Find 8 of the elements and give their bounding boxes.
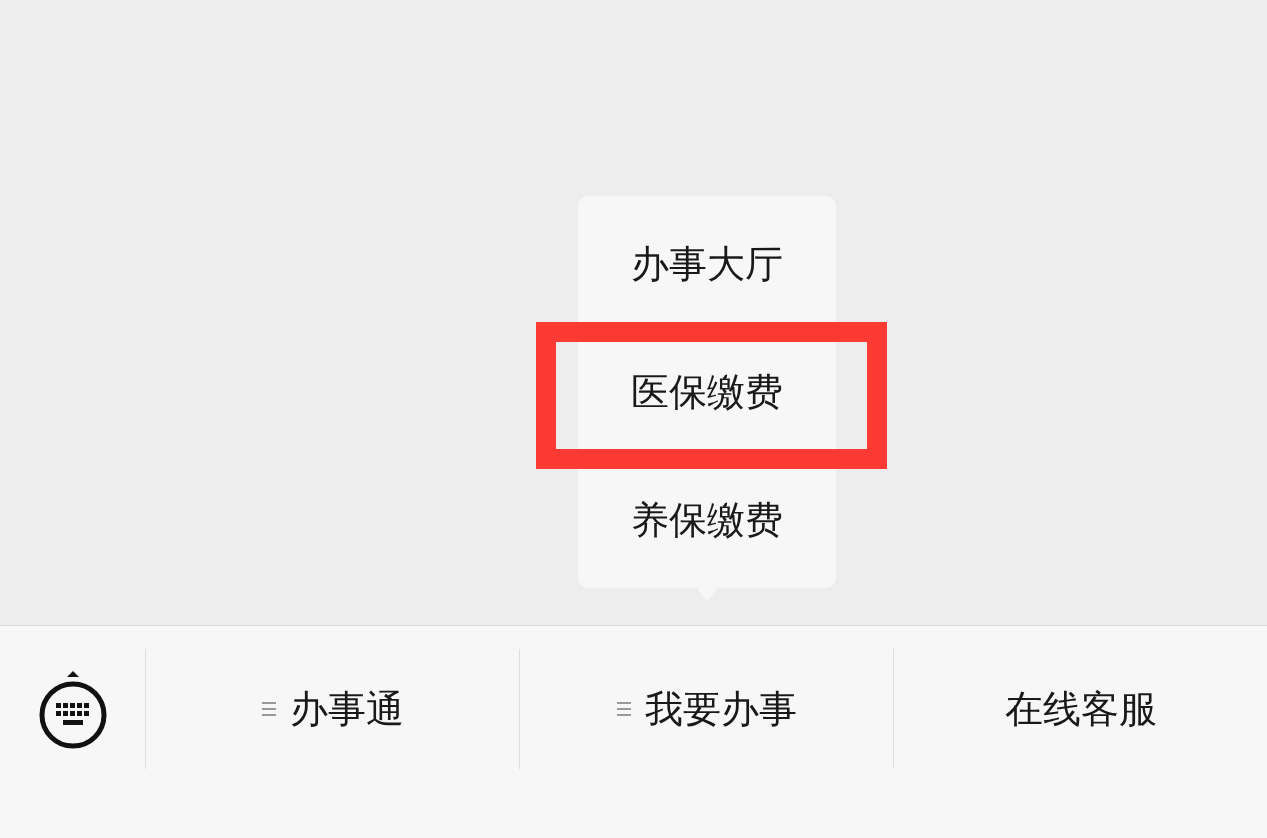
menu-button[interactable]: 在线客服 <box>990 673 1171 745</box>
submenu-item[interactable]: 医保缴费 <box>626 358 787 426</box>
menu-icon <box>616 701 631 717</box>
menu-button[interactable]: 我要办事 <box>602 673 811 745</box>
submenu-item[interactable]: 养保缴费 <box>626 486 787 554</box>
menu-icon <box>261 701 276 717</box>
menu-button[interactable]: 办事通 <box>247 673 418 745</box>
submenu-item[interactable]: 办事大厅 <box>626 230 787 298</box>
